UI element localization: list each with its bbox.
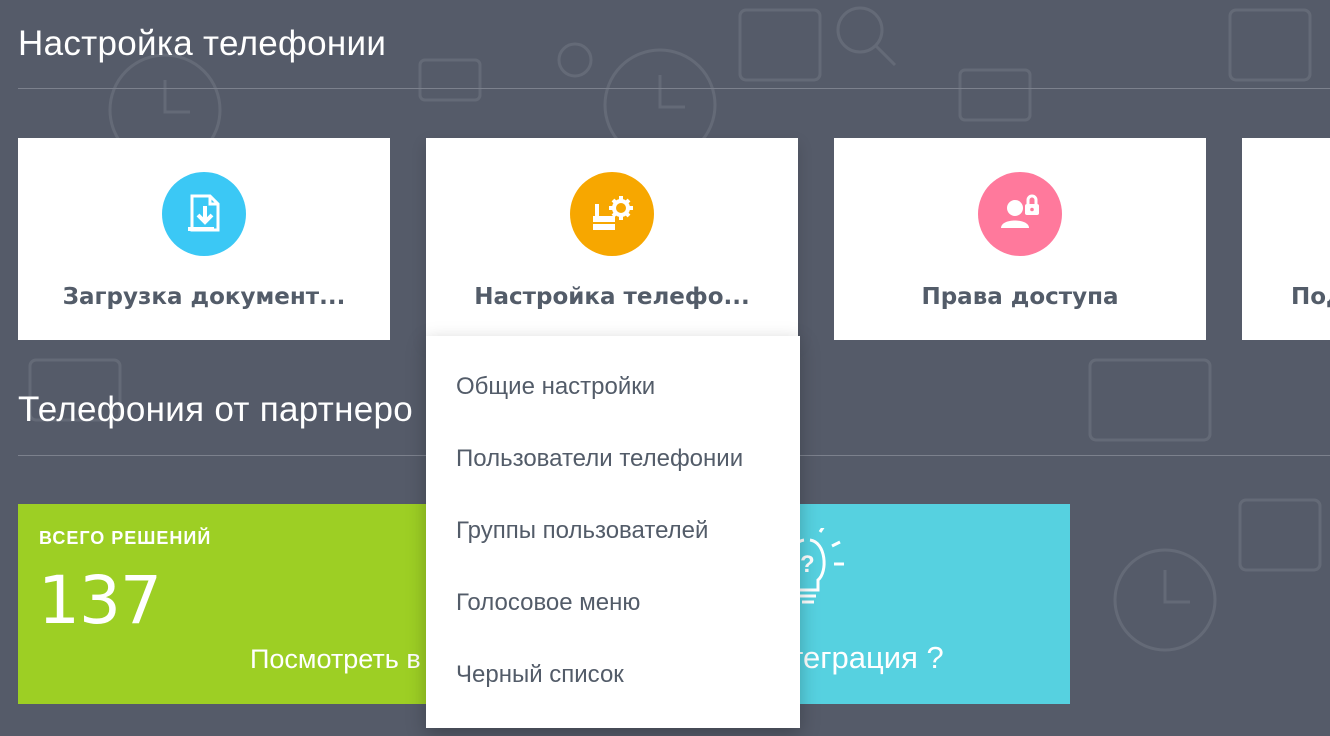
svg-text:?: ? [800, 551, 815, 578]
user-lock-icon [978, 172, 1062, 256]
integration-label: нтеграция ? [784, 640, 944, 675]
tile-label: Загрузка документ... [62, 284, 346, 310]
section-title-partners: Телефония от партнеро [18, 390, 414, 429]
total-solutions-caption: ВСЕГО РЕШЕНИЙ [39, 528, 212, 548]
menu-item-blacklist[interactable]: Черный список [456, 661, 624, 689]
menu-item-telephony-users[interactable]: Пользователи телефонии [456, 445, 743, 473]
divider [18, 88, 1330, 89]
page-title: Настройка телефонии [18, 24, 387, 63]
total-solutions-card[interactable]: ВСЕГО РЕШЕНИЙ 137 Посмотреть в [18, 504, 438, 704]
total-solutions-count: 137 [38, 562, 162, 639]
tile-telephony-settings[interactable]: Настройка телефо... [426, 138, 798, 340]
integration-card[interactable]: ? нтеграция ? [784, 504, 1070, 704]
document-download-icon [162, 172, 246, 256]
tile-partial[interactable]: Под [1242, 138, 1330, 340]
view-all-link[interactable]: Посмотреть в [250, 644, 421, 675]
tile-label: Под [1291, 284, 1330, 310]
tile-label: Настройка телефо... [474, 284, 750, 310]
menu-item-general-settings[interactable]: Общие настройки [456, 373, 655, 401]
telephony-settings-dropdown: Общие настройки Пользователи телефонии Г… [426, 336, 800, 728]
tile-document-upload[interactable]: Загрузка документ... [18, 138, 390, 340]
tile-label: Права доступа [921, 284, 1119, 310]
tile-access-rights[interactable]: Права доступа [834, 138, 1206, 340]
phone-settings-icon [570, 172, 654, 256]
menu-item-voice-menu[interactable]: Голосовое меню [456, 589, 640, 617]
menu-item-user-groups[interactable]: Группы пользователей [456, 517, 708, 545]
